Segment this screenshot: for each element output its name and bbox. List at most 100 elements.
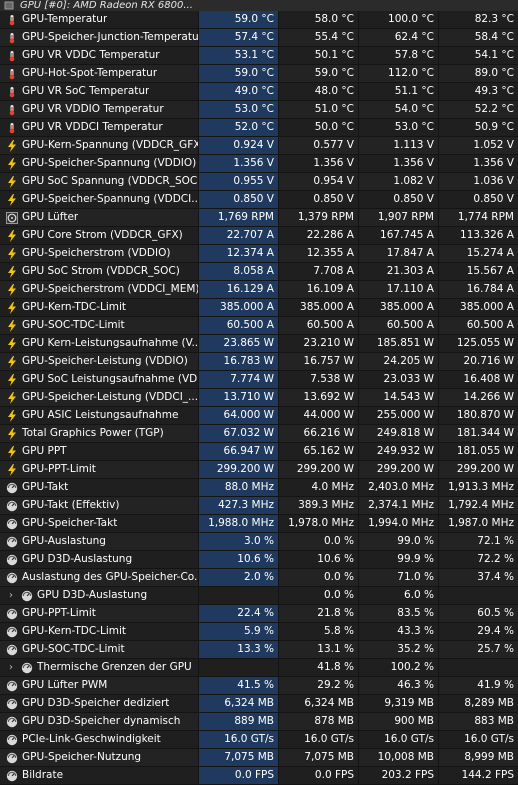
sensor-name: GPU Lüfter PWM xyxy=(22,679,108,691)
sensor-label-cell: GPU-Speicherstrom (VDDIO) xyxy=(0,245,198,262)
sensor-row[interactable]: GPU VR VDDC Temperatur 53.1 °C 50.1 °C 57.8… xyxy=(0,47,518,65)
sensor-avg-value: 181.344 W xyxy=(438,425,518,442)
sensor-current-value: 53.1 °C xyxy=(198,47,278,64)
sensor-name: GPU-Speicher-Spannung (VDDIO) xyxy=(22,157,197,169)
sensor-name: GPU-Speicher-Junction-Temperatur xyxy=(22,31,198,43)
sensor-row[interactable]: GPU-Speicher-Junction-Temperatur 57.4 °C 5… xyxy=(0,29,518,47)
sensor-name: GPU-Speicher-Takt xyxy=(22,517,118,529)
sensor-row[interactable]: GPU SoC Spannung (VDDCR_SOC) 0.955 V 0.954… xyxy=(0,173,518,191)
sensor-row[interactable]: GPU-Speicher-Leistung (VDDCI_... 13.710 W… xyxy=(0,389,518,407)
sensor-row[interactable]: GPU-PPT-Limit 299.200 W 299.200 W 299.200 W… xyxy=(0,461,518,479)
sensor-name: GPU D3D-Speicher dynamisch xyxy=(22,715,181,727)
sensor-avg-value: 16.408 W xyxy=(438,371,518,388)
sensor-current-value: 6,324 MB xyxy=(198,695,278,712)
sensor-min-value: 66.216 W xyxy=(278,425,358,442)
sensor-row[interactable]: GPU SoC Strom (VDDCR_SOC) 8.058 A 7.708 A2… xyxy=(0,263,518,281)
sensor-row[interactable]: Total Graphics Power (TGP) 67.032 W 66.216… xyxy=(0,425,518,443)
sensor-max-value: 62.4 °C xyxy=(358,29,438,46)
sensor-current-value: 2.0 % xyxy=(198,569,278,586)
sensor-row[interactable]: GPU-Speicher-Spannung (VDDCI... 0.850 V 0.… xyxy=(0,191,518,209)
sensor-current-value: 0.0 FPS xyxy=(198,767,278,784)
sensor-max-value: 6.0 % xyxy=(358,587,438,604)
sensor-avg-value xyxy=(438,659,518,676)
sensor-row[interactable]: GPU D3D-Auslastung 10.6 % 10.6 % 99.9 % 72.2… xyxy=(0,551,518,569)
sensor-max-value: 17.110 A xyxy=(358,281,438,298)
sensor-row[interactable]: GPU-Kern-TDC-Limit 385.000 A 385.000 A 385.… xyxy=(0,299,518,317)
sensor-avg-value: 385.000 A xyxy=(438,299,518,316)
sensor-min-value: 55.4 °C xyxy=(278,29,358,46)
sensor-name: GPU-SOC-TDC-Limit xyxy=(22,643,125,655)
sensor-row[interactable]: GPU Lüfter PWM 41.5 % 29.2 % 46.3 % 41.9 % xyxy=(0,677,518,695)
expand-chevron-icon[interactable]: › xyxy=(6,587,16,604)
sensor-current-value: 1,769 RPM xyxy=(198,209,278,226)
sensor-row[interactable]: GPU-Speicher-Takt 1,988.0 MHz 1,978.0 MHz 1… xyxy=(0,515,518,533)
sensor-row[interactable]: GPU-Temperatur 59.0 °C 58.0 °C 100.0 °C 82.3… xyxy=(0,11,518,29)
sensor-row[interactable]: GPU-Kern-Spannung (VDDCR_GFX) 0.924 V 0.57… xyxy=(0,137,518,155)
sensor-max-value: 51.1 °C xyxy=(358,83,438,100)
sensor-row[interactable]: GPU-PPT-Limit 22.4 % 21.8 % 83.5 % 60.5 % xyxy=(0,605,518,623)
sensor-row[interactable]: Bildrate 0.0 FPS 0.0 FPS 203.2 FPS 144.2 FPS xyxy=(0,767,518,785)
sensor-min-value: 51.0 °C xyxy=(278,101,358,118)
sensor-label-cell: GPU VR VDDCI Temperatur xyxy=(0,119,198,136)
sensor-min-value: 0.850 V xyxy=(278,191,358,208)
sensor-row[interactable]: GPU SoC Leistungsaufnahme (VD... 7.774 W7… xyxy=(0,371,518,389)
sensor-row[interactable]: GPU PPT 66.947 W 65.162 W 249.932 W 181.055 … xyxy=(0,443,518,461)
sensor-row[interactable]: Auslastung des GPU-Speicher-Co... 2.0 % 0.… xyxy=(0,569,518,587)
sensor-min-value: 7.708 A xyxy=(278,263,358,280)
sensor-row[interactable]: › Thermische Grenzen der GPU 41.8 % 100.2 % xyxy=(0,659,518,677)
sensor-current-value: 53.0 °C xyxy=(198,101,278,118)
sensor-min-value: 0.577 V xyxy=(278,137,358,154)
sensor-row[interactable]: GPU VR VDDCI Temperatur 52.0 °C 50.0 °C 53.… xyxy=(0,119,518,137)
sensor-current-value: 889 MB xyxy=(198,713,278,730)
gauge-icon xyxy=(6,500,18,512)
sensor-row[interactable]: GPU VR SoC Temperatur 49.0 °C 48.0 °C 51.1 … xyxy=(0,83,518,101)
sensor-min-value: 7,075 MB xyxy=(278,749,358,766)
sensor-row[interactable]: GPU-SOC-TDC-Limit 13.3 % 13.1 % 35.2 % 25.7 … xyxy=(0,641,518,659)
sensor-current-value: 52.0 °C xyxy=(198,119,278,136)
sensor-avg-value: 54.1 °C xyxy=(438,47,518,64)
sensor-row[interactable]: GPU Kern-Leistungsaufnahme (V... 23.865 W… xyxy=(0,335,518,353)
sensor-row[interactable]: GPU-Speicher-Nutzung 7,075 MB 7,075 MB 10,0… xyxy=(0,749,518,767)
sensor-current-value: 7,075 MB xyxy=(198,749,278,766)
sensor-current-value: 5.9 % xyxy=(198,623,278,640)
sensor-row[interactable]: GPU-Speicherstrom (VDDCI_MEM) 16.129 A 16.… xyxy=(0,281,518,299)
sensor-row[interactable]: GPU D3D-Speicher dynamisch 889 MB 878 MB 90… xyxy=(0,713,518,731)
sensor-row[interactable]: PCIe-Link-Geschwindigkeit 16.0 GT/s 16.0 G… xyxy=(0,731,518,749)
sensor-row[interactable]: GPU-Speicher-Leistung (VDDIO) 16.783 W 16.… xyxy=(0,353,518,371)
sensor-row[interactable]: GPU D3D-Speicher dediziert 6,324 MB 6,324 … xyxy=(0,695,518,713)
sensor-name: GPU-Kern-TDC-Limit xyxy=(22,301,127,313)
expand-chevron-icon[interactable]: › xyxy=(6,659,16,676)
sensor-current-value: 22.707 A xyxy=(198,227,278,244)
sensor-min-value: 389.3 MHz xyxy=(278,497,358,514)
sensor-label-cell: GPU-SOC-TDC-Limit xyxy=(0,317,198,334)
sensor-row[interactable]: GPU-Speicherstrom (VDDIO) 12.374 A 12.355 … xyxy=(0,245,518,263)
sensor-avg-value: 29.4 % xyxy=(438,623,518,640)
sensor-name: Auslastung des GPU-Speicher-Co... xyxy=(22,571,198,583)
sensor-row[interactable]: GPU Lüfter 1,769 RPM 1,379 RPM 1,907 RPM 1,7… xyxy=(0,209,518,227)
sensor-max-value: 53.0 °C xyxy=(358,119,438,136)
sensor-row[interactable]: GPU Core Strom (VDDCR_GFX) 22.707 A 22.286… xyxy=(0,227,518,245)
sensor-label-cell: GPU Kern-Leistungsaufnahme (V... xyxy=(0,335,198,352)
sensor-max-value: 299.200 W xyxy=(358,461,438,478)
sensor-row[interactable]: GPU-Auslastung 3.0 % 0.0 % 99.0 % 72.1 % xyxy=(0,533,518,551)
sensor-row[interactable]: GPU ASIC Leistungsaufnahme 64.000 W 44.000… xyxy=(0,407,518,425)
sensor-avg-value: 16.0 GT/s xyxy=(438,731,518,748)
sensor-label-cell: GPU-PPT-Limit xyxy=(0,605,198,622)
sensor-row[interactable]: GPU-Takt 88.0 MHz 4.0 MHz 2,403.0 MHz 1,913.… xyxy=(0,479,518,497)
sensor-avg-value: 20.716 W xyxy=(438,353,518,370)
sensor-current-value: 1.356 V xyxy=(198,155,278,172)
sensor-avg-value: 60.5 % xyxy=(438,605,518,622)
sensor-row[interactable]: GPU-Speicher-Spannung (VDDIO) 1.356 V 1.35… xyxy=(0,155,518,173)
sensor-row[interactable]: GPU-Kern-TDC-Limit 5.9 % 5.8 % 43.3 % 29.4 % xyxy=(0,623,518,641)
sensor-group-header[interactable]: GPU [#0]: AMD Radeon RX 6800... xyxy=(0,0,518,11)
sensor-row[interactable]: GPU-SOC-TDC-Limit 60.500 A 60.500 A 60.500 … xyxy=(0,317,518,335)
sensor-name: GPU-Speicher-Spannung (VDDCI... xyxy=(22,193,198,205)
sensor-name: PCIe-Link-Geschwindigkeit xyxy=(22,733,161,745)
bolt-icon xyxy=(6,229,18,242)
sensor-label-cell: GPU ASIC Leistungsaufnahme xyxy=(0,407,198,424)
sensor-row[interactable]: GPU-Hot-Spot-Temperatur 59.0 °C 59.0 °C 112… xyxy=(0,65,518,83)
sensor-row[interactable]: GPU VR VDDIO Temperatur 53.0 °C 51.0 °C 54.… xyxy=(0,101,518,119)
sensor-row[interactable]: GPU-Takt (Effektiv) 427.3 MHz 389.3 MHz 2,3… xyxy=(0,497,518,515)
sensor-avg-value: 180.870 W xyxy=(438,407,518,424)
sensor-row[interactable]: › GPU D3D-Auslastung 0.0 % 6.0 % xyxy=(0,587,518,605)
